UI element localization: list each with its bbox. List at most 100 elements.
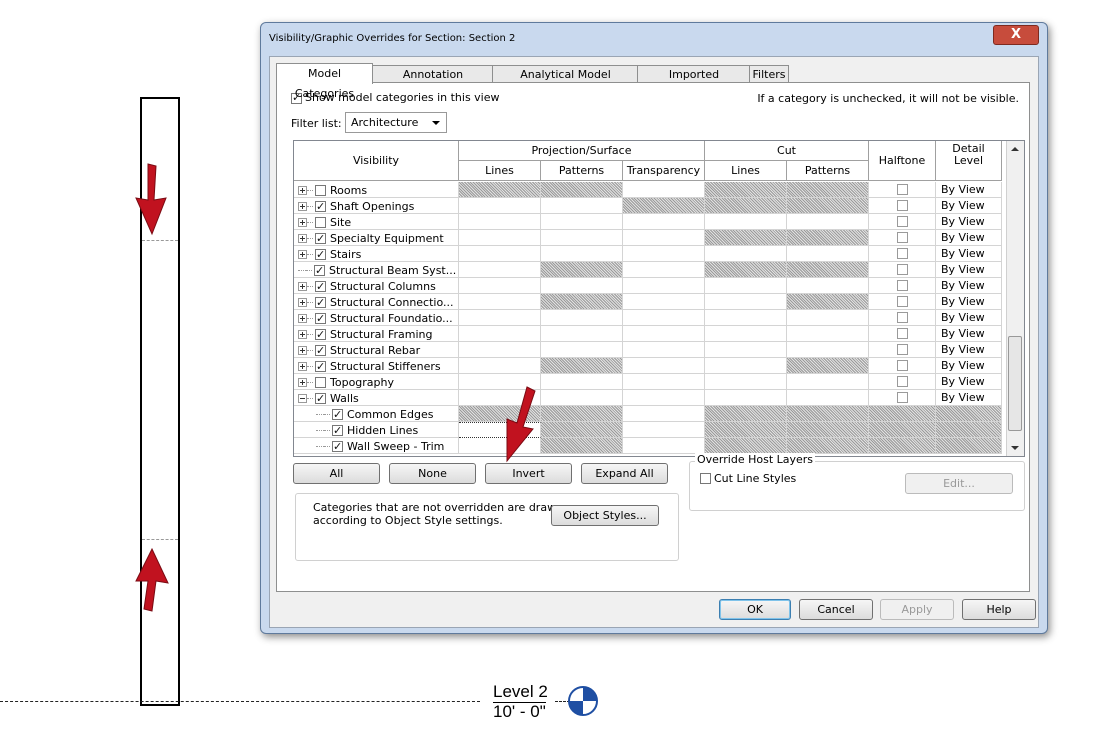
expand-plus-icon[interactable] bbox=[298, 249, 307, 259]
proj-lines-cell[interactable] bbox=[459, 294, 541, 310]
proj-lines-cell[interactable] bbox=[459, 310, 541, 326]
expand-plus-icon[interactable] bbox=[298, 345, 307, 355]
halftone-checkbox[interactable] bbox=[897, 200, 908, 211]
edit-button[interactable]: Edit... bbox=[905, 473, 1013, 494]
transparency-cell[interactable] bbox=[623, 326, 705, 342]
table-row[interactable]: Common Edges bbox=[294, 406, 1002, 422]
table-row[interactable]: Structural Framing By View bbox=[294, 326, 1002, 342]
transparency-cell[interactable] bbox=[623, 358, 705, 374]
halftone-cell[interactable] bbox=[869, 214, 936, 230]
halftone-cell[interactable] bbox=[869, 198, 936, 214]
expand-plus-icon[interactable] bbox=[298, 313, 307, 323]
halftone-cell[interactable] bbox=[869, 246, 936, 262]
category-checkbox[interactable] bbox=[315, 295, 326, 310]
category-cell[interactable]: Hidden Lines bbox=[294, 422, 459, 438]
header-proj-patterns[interactable]: Patterns bbox=[541, 161, 623, 181]
category-cell[interactable]: Rooms bbox=[294, 182, 459, 198]
transparency-cell[interactable] bbox=[623, 198, 705, 214]
category-cell[interactable]: Structural Columns bbox=[294, 278, 459, 294]
level-head-icon[interactable] bbox=[567, 685, 601, 719]
cut-lines-cell[interactable] bbox=[705, 182, 787, 198]
cut-patterns-cell[interactable] bbox=[787, 214, 869, 230]
expand-plus-icon[interactable] bbox=[298, 201, 307, 211]
proj-lines-cell[interactable] bbox=[459, 342, 541, 358]
detail-level-cell[interactable]: By View bbox=[936, 294, 1002, 310]
transparency-cell[interactable] bbox=[623, 406, 705, 422]
halftone-checkbox[interactable] bbox=[897, 216, 908, 227]
tab-filters[interactable]: Filters bbox=[749, 65, 789, 83]
cut-lines-cell[interactable] bbox=[705, 230, 787, 246]
scroll-down-icon[interactable] bbox=[1011, 446, 1019, 450]
category-checkbox[interactable] bbox=[315, 247, 326, 262]
category-cell[interactable]: Site bbox=[294, 214, 459, 230]
proj-patterns-cell[interactable] bbox=[541, 214, 623, 230]
table-row[interactable]: Stairs By View bbox=[294, 246, 1002, 262]
detail-level-cell[interactable] bbox=[936, 406, 1002, 422]
cut-line-styles-option[interactable]: Cut Line Styles bbox=[700, 471, 796, 485]
cut-patterns-cell[interactable] bbox=[787, 198, 869, 214]
proj-patterns-cell[interactable] bbox=[541, 342, 623, 358]
detail-level-cell[interactable]: By View bbox=[936, 230, 1002, 246]
expand-plus-icon[interactable] bbox=[298, 377, 307, 387]
halftone-cell[interactable] bbox=[869, 374, 936, 390]
cut-lines-cell[interactable] bbox=[705, 310, 787, 326]
table-row[interactable]: Structural Beam Syst... By View bbox=[294, 262, 1002, 278]
proj-patterns-cell[interactable] bbox=[541, 198, 623, 214]
proj-patterns-cell[interactable] bbox=[541, 326, 623, 342]
halftone-cell[interactable] bbox=[869, 358, 936, 374]
cut-lines-cell[interactable] bbox=[705, 294, 787, 310]
detail-level-cell[interactable]: By View bbox=[936, 374, 1002, 390]
proj-patterns-cell[interactable] bbox=[541, 230, 623, 246]
halftone-checkbox[interactable] bbox=[897, 184, 908, 195]
cut-lines-cell[interactable] bbox=[705, 358, 787, 374]
transparency-cell[interactable] bbox=[623, 246, 705, 262]
halftone-cell[interactable] bbox=[869, 230, 936, 246]
transparency-cell[interactable] bbox=[623, 422, 705, 438]
category-cell[interactable]: Structural Framing bbox=[294, 326, 459, 342]
halftone-cell[interactable] bbox=[869, 422, 936, 438]
scroll-up-icon[interactable] bbox=[1011, 147, 1019, 151]
proj-patterns-cell[interactable] bbox=[541, 438, 623, 454]
halftone-cell[interactable] bbox=[869, 182, 936, 198]
category-cell[interactable]: Common Edges bbox=[294, 406, 459, 422]
proj-lines-cell[interactable] bbox=[459, 182, 541, 198]
transparency-cell[interactable] bbox=[623, 390, 705, 406]
header-transparency[interactable]: Transparency bbox=[623, 161, 705, 181]
table-row[interactable]: Rooms By View bbox=[294, 182, 1002, 198]
halftone-cell[interactable] bbox=[869, 438, 936, 454]
table-row[interactable]: Structural Connectio... By View bbox=[294, 294, 1002, 310]
transparency-cell[interactable] bbox=[623, 438, 705, 454]
expand-plus-icon[interactable] bbox=[298, 185, 307, 195]
category-cell[interactable]: Structural Rebar bbox=[294, 342, 459, 358]
cut-line-styles-checkbox[interactable] bbox=[700, 472, 711, 484]
cut-lines-cell[interactable] bbox=[705, 246, 787, 262]
tab-annotation-categories[interactable]: Annotation Categories bbox=[372, 65, 494, 98]
proj-lines-cell[interactable] bbox=[459, 230, 541, 246]
halftone-checkbox[interactable] bbox=[897, 344, 908, 355]
detail-level-cell[interactable]: By View bbox=[936, 390, 1002, 406]
cut-patterns-cell[interactable] bbox=[787, 406, 869, 422]
halftone-cell[interactable] bbox=[869, 326, 936, 342]
detail-level-cell[interactable]: By View bbox=[936, 182, 1002, 198]
transparency-cell[interactable] bbox=[623, 214, 705, 230]
cut-patterns-cell[interactable] bbox=[787, 294, 869, 310]
level-elevation[interactable]: 10' - 0" bbox=[493, 702, 546, 721]
cut-lines-cell[interactable] bbox=[705, 262, 787, 278]
transparency-cell[interactable] bbox=[623, 278, 705, 294]
detail-level-cell[interactable]: By View bbox=[936, 198, 1002, 214]
table-row[interactable]: Specialty Equipment By View bbox=[294, 230, 1002, 246]
detail-level-cell[interactable] bbox=[936, 422, 1002, 438]
object-styles-button[interactable]: Object Styles... bbox=[551, 505, 659, 526]
halftone-checkbox[interactable] bbox=[897, 392, 908, 403]
table-row[interactable]: Hidden Lines bbox=[294, 422, 1002, 438]
category-checkbox[interactable] bbox=[332, 439, 343, 454]
halftone-checkbox[interactable] bbox=[897, 248, 908, 259]
halftone-cell[interactable] bbox=[869, 342, 936, 358]
table-row[interactable]: Topography By View bbox=[294, 374, 1002, 390]
halftone-checkbox[interactable] bbox=[897, 312, 908, 323]
transparency-cell[interactable] bbox=[623, 310, 705, 326]
invert-button[interactable]: Invert bbox=[485, 463, 572, 484]
halftone-cell[interactable] bbox=[869, 278, 936, 294]
cut-patterns-cell[interactable] bbox=[787, 390, 869, 406]
category-checkbox[interactable] bbox=[315, 216, 326, 228]
